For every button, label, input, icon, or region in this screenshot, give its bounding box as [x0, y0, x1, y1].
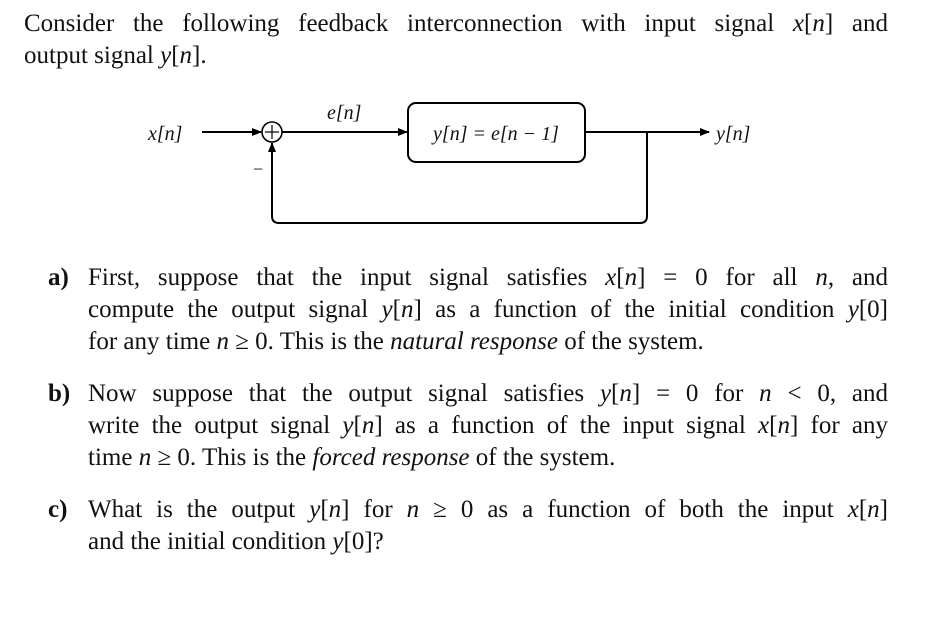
math-variable: y [309, 496, 321, 523]
text-run: [ [392, 296, 401, 323]
error-signal-label: e[n] [327, 102, 361, 124]
emphasized-term: natural response [390, 328, 558, 355]
math-variable: x [847, 496, 859, 523]
text-run: write the output signal [88, 412, 343, 439]
math-variable: y [342, 412, 354, 439]
math-variable: x [758, 412, 770, 439]
text-run: time [88, 444, 139, 471]
math-variable: n [759, 380, 772, 407]
emphasized-term: forced response [312, 444, 470, 471]
math-variable: n [328, 496, 342, 523]
output-signal-label: y[n] [714, 123, 750, 145]
math-variable: y [381, 296, 393, 323]
text-run: ] for any [789, 412, 888, 439]
text-run: of the system. [469, 444, 616, 471]
math-variable: n [216, 328, 229, 355]
text-run: ] = 0 for [631, 380, 760, 407]
text-run: ≥ 0. This is the [151, 444, 313, 471]
text-run: [0]? [343, 528, 384, 555]
question-line: time n ≥ 0. This is the forced response … [88, 442, 888, 474]
question-line: First, suppose that the input signal sat… [88, 262, 888, 294]
text-run: [0] [858, 296, 889, 323]
feedback-minus-sign: − [253, 159, 263, 179]
question-c-body: What is the output y[n] for n ≥ 0 as a f… [88, 494, 888, 558]
question-b-marker: b) [48, 380, 71, 407]
feedback-block-diagram: x[n] − e[n] y[n] = e[n − 1] y[n] [147, 102, 750, 224]
question-b-body: Now suppose that the output signal satis… [88, 378, 888, 474]
question-c-marker: c) [48, 496, 68, 523]
math-variable: n [777, 412, 790, 439]
math-variable: n [138, 444, 152, 471]
text-run: ] for [341, 496, 407, 523]
text-run: and the initial condition [88, 528, 333, 555]
question-line: and the initial condition y[0]? [88, 526, 888, 558]
summing-junction [261, 121, 283, 143]
math-variable: n [815, 264, 828, 291]
question-line: Now suppose that the output signal satis… [88, 378, 888, 410]
text-run: Now suppose that the output signal satis… [88, 380, 600, 407]
text-run: compute the output signal [88, 296, 382, 323]
math-variable: n [400, 296, 414, 323]
math-variable: n [867, 496, 880, 523]
text-run: ] as a function of the initial condition [413, 296, 848, 323]
text-run: ≥ 0 as a function of both the input [419, 496, 848, 523]
input-signal-label: x[n] [147, 123, 182, 145]
question-a-body: First, suppose that the input signal sat… [88, 262, 888, 358]
math-variable: n [624, 264, 638, 291]
text-run: ] [879, 496, 888, 523]
text-run: [ [320, 496, 329, 523]
math-variable: n [619, 380, 632, 407]
question-line: What is the output y[n] for n ≥ 0 as a f… [88, 494, 888, 526]
text-run: for any time [88, 328, 217, 355]
text-run: ] as a function of the input signal [374, 412, 759, 439]
text-run: < 0, and [771, 380, 888, 407]
math-variable: y [847, 296, 859, 323]
text-run: First, suppose that the input signal sat… [88, 264, 606, 291]
text-run: [ [616, 264, 625, 291]
math-variable: x [605, 264, 617, 291]
math-variable: y [599, 380, 612, 407]
text-run: of the system. [557, 328, 704, 355]
question-line: compute the output signal y[n] as a func… [88, 294, 888, 326]
text-run: [ [353, 412, 362, 439]
text-run: , and [827, 264, 888, 291]
math-variable: y [332, 528, 344, 555]
delay-block-equation: y[n] = e[n − 1] [431, 123, 559, 145]
question-line: write the output signal y[n] as a functi… [88, 410, 888, 442]
text-run: ] = 0 for all [637, 264, 816, 291]
text-run: ≥ 0. This is the [228, 328, 391, 355]
math-variable: n [361, 412, 375, 439]
text-run: What is the output [88, 496, 310, 523]
question-line: for any time n ≥ 0. This is the natural … [88, 326, 888, 358]
math-variable: n [406, 496, 420, 523]
question-a-marker: a) [48, 264, 69, 291]
text-run: [ [858, 496, 868, 523]
